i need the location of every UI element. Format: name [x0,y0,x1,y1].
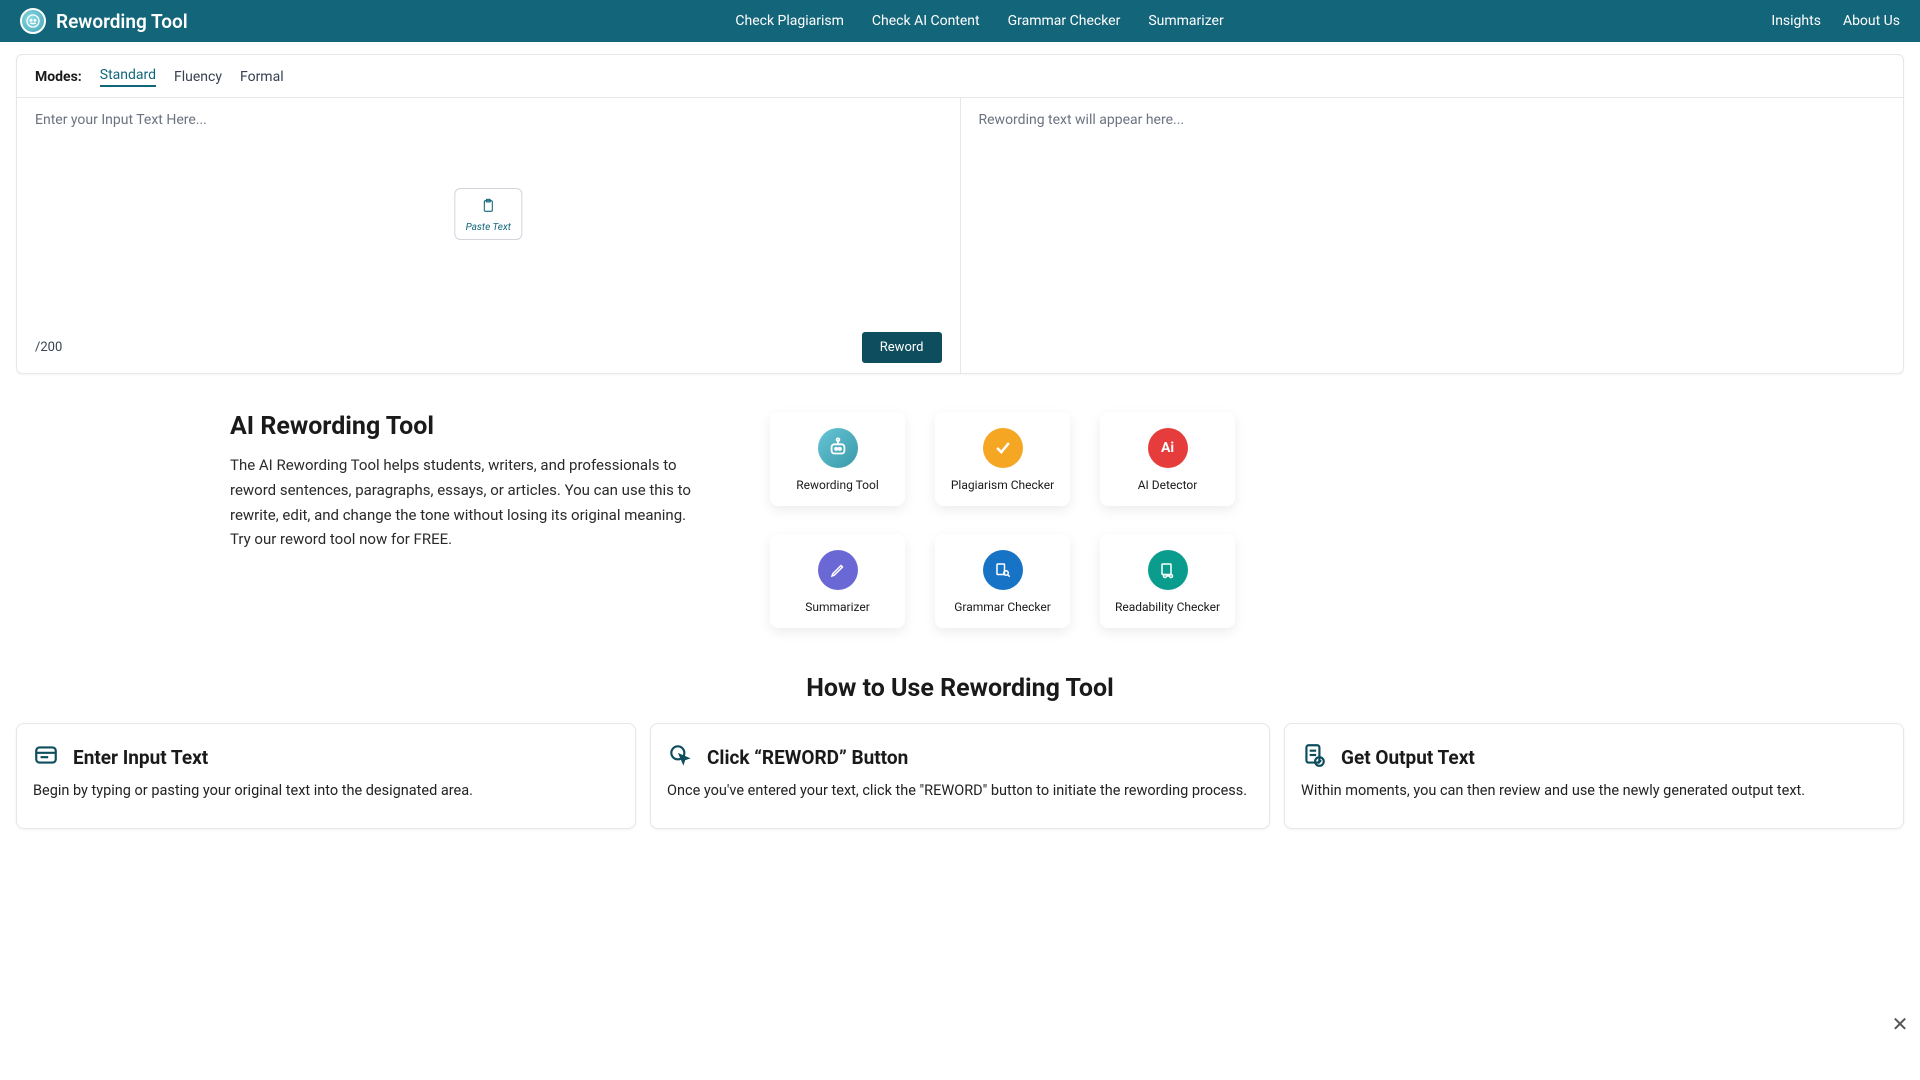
modes-bar: Modes: Standard Fluency Formal [17,55,1903,98]
tool-link-label: Rewording Tool [796,478,879,492]
paste-text-button[interactable]: Paste Text [455,188,522,240]
step-body: Begin by typing or pasting your original… [33,780,619,802]
check-badge-icon [983,428,1023,468]
ai-icon: Ai [1148,428,1188,468]
step-title: Get Output Text [1341,746,1475,769]
mid-section: AI Rewording Tool The AI Rewording Tool … [0,374,1920,652]
nav-link-insights[interactable]: Insights [1771,13,1821,29]
input-panel[interactable]: Enter your Input Text Here... Paste Text… [17,98,961,373]
promo-title: AI Rewording Tool [230,412,700,441]
text-panel-icon [33,742,59,772]
nav-link-grammar[interactable]: Grammar Checker [1008,13,1121,29]
step-title: Click “REWORD” Button [707,746,908,769]
brand-icon [20,8,46,34]
document-check-icon [1301,742,1327,772]
paste-text-label: Paste Text [466,222,511,233]
promo-body: The AI Rewording Tool helps students, wr… [230,453,700,552]
step-body: Within moments, you can then review and … [1301,780,1887,802]
promo-text: AI Rewording Tool The AI Rewording Tool … [230,412,700,552]
clipboard-icon [480,197,496,218]
nav-link-ai-content[interactable]: Check AI Content [872,13,980,29]
search-doc-icon [983,550,1023,590]
brand-name: Rewording Tool [56,10,188,33]
modes-label: Modes: [35,69,82,85]
tool-card: Modes: Standard Fluency Formal Enter you… [16,54,1904,374]
tool-link-plagiarism[interactable]: Plagiarism Checker [935,412,1070,506]
robot-icon [818,428,858,468]
tool-link-ai-detector[interactable]: Ai AI Detector [1100,412,1235,506]
step-body: Once you've entered your text, click the… [667,780,1253,802]
close-icon[interactable]: ✕ [1890,1014,1910,1034]
tool-link-label: Readability Checker [1115,600,1220,614]
cursor-click-icon [667,742,693,772]
mode-formal[interactable]: Formal [240,69,284,85]
readability-icon [1148,550,1188,590]
tool-link-grammar[interactable]: Grammar Checker [935,534,1070,628]
output-placeholder: Rewording text will appear here... [979,112,1886,128]
nav-link-about[interactable]: About Us [1843,13,1900,29]
nav-link-summarizer[interactable]: Summarizer [1148,13,1223,29]
input-footer: /200 Reword [35,332,942,363]
howto-title: How to Use Rewording Tool [0,674,1920,703]
reword-button[interactable]: Reword [862,332,942,363]
mode-fluency[interactable]: Fluency [174,69,222,85]
char-counter: /200 [35,340,62,355]
howto-row: Enter Input Text Begin by typing or past… [0,723,1920,859]
nav-center: Check Plagiarism Check AI Content Gramma… [188,13,1772,29]
tool-link-label: Grammar Checker [954,600,1051,614]
header-bar: Rewording Tool Check Plagiarism Check AI… [0,0,1920,42]
tool-link-summarizer[interactable]: Summarizer [770,534,905,628]
tool-links-grid: Rewording Tool Plagiarism Checker Ai AI … [770,412,1235,628]
tool-link-label: AI Detector [1138,478,1198,492]
brand[interactable]: Rewording Tool [20,8,188,34]
tool-link-rewording[interactable]: Rewording Tool [770,412,905,506]
panels: Enter your Input Text Here... Paste Text… [17,98,1903,373]
tool-link-readability[interactable]: Readability Checker [1100,534,1235,628]
step-enter-input: Enter Input Text Begin by typing or past… [16,723,636,829]
step-title: Enter Input Text [73,746,208,769]
pencil-icon [818,550,858,590]
nav-right: Insights About Us [1771,13,1900,29]
tool-link-label: Plagiarism Checker [951,478,1054,492]
step-get-output: Get Output Text Within moments, you can … [1284,723,1904,829]
input-placeholder: Enter your Input Text Here... [35,112,942,128]
step-click-reword: Click “REWORD” Button Once you've entere… [650,723,1270,829]
output-panel: Rewording text will appear here... [961,98,1904,373]
tool-link-label: Summarizer [805,600,870,614]
mode-standard[interactable]: Standard [100,67,156,87]
nav-link-plagiarism[interactable]: Check Plagiarism [735,13,844,29]
